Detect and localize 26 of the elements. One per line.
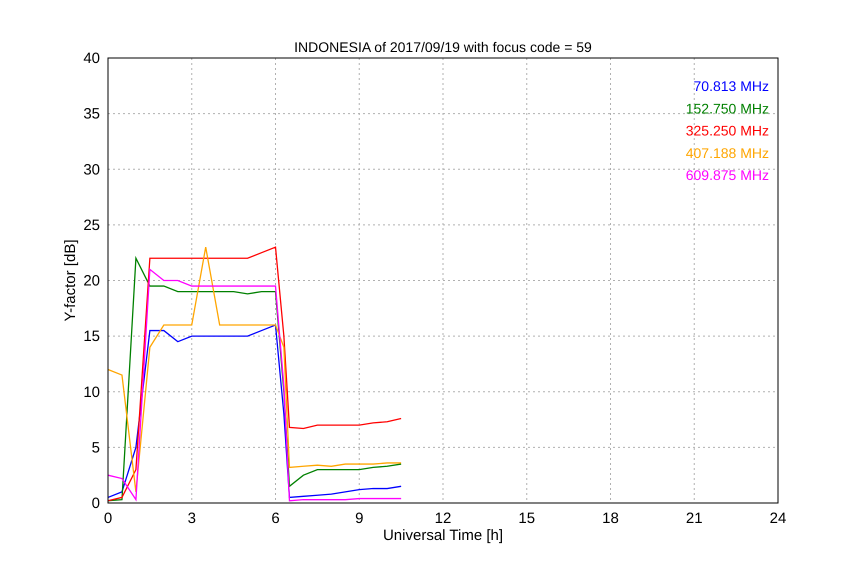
axis-label: Y-factor [dB] [62, 240, 79, 322]
tick-label: 10 [83, 384, 100, 401]
legend-label: 609.875 MHz [686, 167, 769, 184]
axis-label: Universal Time [h] [382, 527, 504, 544]
legend-label: 407.188 MHz [686, 144, 769, 161]
tick-label: 15 [83, 328, 100, 346]
tick-label: 24 [770, 510, 786, 527]
tick-label: 40 [83, 50, 100, 67]
tick-label: 0 [104, 510, 112, 527]
legend-label: 152.750 MHz [686, 100, 769, 116]
legend-label: 70.813 MHz [694, 78, 769, 94]
tick-label: 18 [602, 510, 619, 527]
tick-label: 5 [92, 439, 100, 456]
tick-label: 12 [434, 510, 452, 527]
tick-label: 0 [92, 495, 100, 512]
tick-label: 6 [271, 510, 280, 527]
tick-label: 20 [83, 272, 100, 290]
tick-label: 30 [83, 161, 100, 178]
tick-label: 25 [83, 216, 100, 234]
tick-label: 9 [355, 510, 364, 527]
chart-title: INDONESIA of 2017/09/19 with focus code = 59 [294, 39, 592, 55]
tick-label: 35 [83, 106, 100, 123]
tick-label: 21 [686, 510, 703, 527]
tick-label: 15 [518, 510, 536, 527]
legend-label: 325.250 MHz [686, 122, 769, 139]
tick-label: 3 [188, 510, 196, 527]
